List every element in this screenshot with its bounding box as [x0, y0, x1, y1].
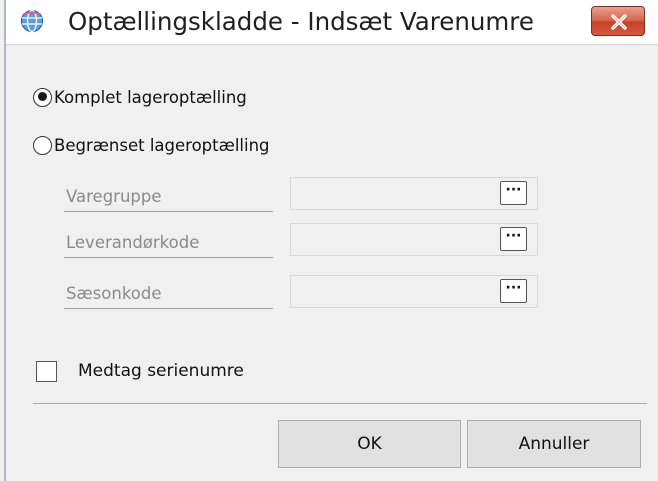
cancel-button[interactable]: Annuller — [467, 420, 641, 468]
leverandorkode-lookup-button[interactable]: ··· — [500, 227, 527, 251]
close-icon — [611, 14, 627, 30]
radio-limited-label: Begrænset lageroptælling — [54, 135, 270, 155]
dialog-window: Optællingskladde - Indsæt Varenumre Komp… — [0, 0, 658, 481]
divider — [33, 403, 647, 404]
varegruppe-lookup-button[interactable]: ··· — [500, 181, 527, 205]
radio-button-checked[interactable] — [33, 87, 52, 107]
close-button[interactable] — [591, 6, 645, 36]
radio-complete-label: Komplet lageroptælling — [54, 87, 247, 107]
saesonkode-lookup-button[interactable]: ··· — [500, 279, 527, 303]
field-label-saesonkode: Sæsonkode — [64, 281, 273, 309]
radio-complete-count[interactable]: Komplet lageroptælling — [33, 85, 247, 109]
title-bar[interactable]: Optællingskladde - Indsæt Varenumre — [6, 0, 658, 45]
window-border — [4, 0, 6, 481]
ok-button[interactable]: OK — [278, 420, 461, 468]
field-label-leverandorkode: Leverandørkode — [64, 230, 273, 258]
include-serials-label: Medtag serienumre — [78, 361, 244, 381]
field-label-varegruppe: Varegruppe — [64, 184, 273, 212]
include-serials-checkbox[interactable] — [36, 361, 57, 382]
radio-limited-count[interactable]: Begrænset lageroptælling — [33, 133, 270, 157]
app-globe-icon — [20, 9, 44, 33]
radio-button-unchecked[interactable] — [33, 135, 52, 155]
window-title: Optællingskladde - Indsæt Varenumre — [68, 7, 534, 36]
